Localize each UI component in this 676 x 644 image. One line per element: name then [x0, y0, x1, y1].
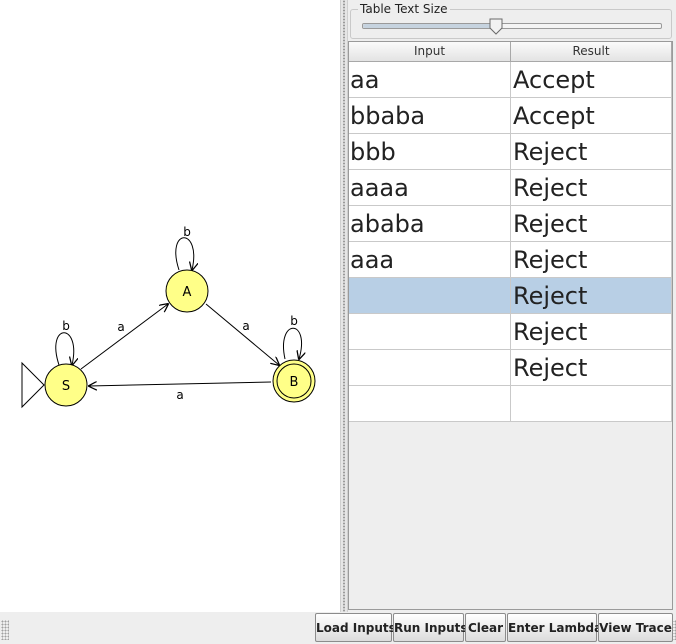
- input-cell[interactable]: [349, 350, 511, 386]
- input-cell[interactable]: aa: [349, 62, 511, 98]
- state-b[interactable]: B: [272, 359, 316, 403]
- table-header: Input Result: [349, 42, 672, 62]
- column-header-input[interactable]: Input: [349, 42, 511, 62]
- table-text-size-group: Table Text Size: [350, 2, 672, 39]
- resize-grip[interactable]: [1, 620, 9, 640]
- transition-label: a: [242, 319, 249, 333]
- table-row[interactable]: [349, 386, 672, 422]
- column-header-result[interactable]: Result: [511, 42, 672, 62]
- transition-s-to-a: a: [80, 304, 168, 370]
- initial-state-marker: [21, 361, 45, 409]
- view-trace-button[interactable]: View Trace: [598, 613, 673, 642]
- table-row[interactable]: aa Accept: [349, 62, 672, 98]
- result-cell: Accept: [511, 98, 672, 134]
- transition-a-loop: b: [175, 225, 194, 270]
- input-cell[interactable]: ababa: [349, 206, 511, 242]
- transition-label: a: [176, 388, 183, 402]
- result-cell: Reject: [511, 242, 672, 278]
- text-size-slider-thumb[interactable]: [489, 18, 503, 35]
- enter-lambda-button[interactable]: Enter Lambda: [507, 613, 602, 642]
- result-cell: Reject: [511, 170, 672, 206]
- automaton-diagram: a a a b b b S A B: [21, 225, 316, 409]
- table-row[interactable]: aaa Reject: [349, 242, 672, 278]
- result-cell: [511, 386, 672, 422]
- input-cell[interactable]: aaaa: [349, 170, 511, 206]
- transition-label: b: [62, 319, 70, 333]
- text-size-slider-track[interactable]: [362, 23, 662, 29]
- input-table[interactable]: Input Result aa Accept bbaba Accept bbb Rejec…: [348, 41, 673, 610]
- transition-b-to-s: a: [89, 382, 272, 402]
- table-text-size-title: Table Text Size: [358, 2, 450, 16]
- result-cell: Reject: [511, 134, 672, 170]
- slider-thumb-icon: [489, 18, 503, 35]
- state-label: S: [62, 379, 70, 394]
- state-s[interactable]: S: [44, 363, 88, 407]
- state-a[interactable]: A: [165, 269, 209, 313]
- transition-label: b: [290, 314, 298, 328]
- input-cell[interactable]: [349, 314, 511, 350]
- state-label: A: [183, 285, 192, 300]
- result-cell: Reject: [511, 206, 672, 242]
- transition-b-loop: b: [283, 314, 302, 359]
- split-pane-divider[interactable]: [340, 0, 348, 612]
- input-cell[interactable]: aaa: [349, 242, 511, 278]
- result-cell: Reject: [511, 314, 672, 350]
- run-inputs-button[interactable]: Run Inputs: [393, 613, 468, 642]
- input-cell[interactable]: bbaba: [349, 98, 511, 134]
- input-cell[interactable]: bbb: [349, 134, 511, 170]
- transition-label: b: [183, 225, 191, 239]
- transition-label: a: [117, 320, 124, 334]
- button-bar: Load Inputs Run Inputs Clear Enter Lambd…: [0, 612, 676, 644]
- transition-s-loop: b: [55, 319, 74, 365]
- automaton-canvas[interactable]: a a a b b b S A B: [0, 0, 340, 612]
- table-row[interactable]: Reject: [349, 350, 672, 386]
- table-row[interactable]: bbb Reject: [349, 134, 672, 170]
- input-cell[interactable]: [349, 386, 511, 422]
- table-row[interactable]: bbaba Accept: [349, 98, 672, 134]
- state-label: B: [290, 375, 299, 390]
- table-row[interactable]: aaaa Reject: [349, 170, 672, 206]
- result-cell: Reject: [511, 278, 672, 314]
- result-cell: Accept: [511, 62, 672, 98]
- transition-a-to-b: a: [205, 303, 279, 365]
- table-row[interactable]: Reject: [349, 314, 672, 350]
- input-cell[interactable]: [349, 278, 511, 314]
- clear-button[interactable]: Clear: [465, 613, 506, 642]
- table-row[interactable]: ababa Reject: [349, 206, 672, 242]
- input-panel: Table Text Size Input Result aa Accept bba…: [348, 0, 676, 612]
- table-body: aa Accept bbaba Accept bbb Reject aaaa Reject ab…: [349, 62, 672, 422]
- table-row[interactable]: Reject: [349, 278, 672, 314]
- result-cell: Reject: [511, 350, 672, 386]
- load-inputs-button[interactable]: Load Inputs: [315, 613, 396, 642]
- text-size-slider-fill: [363, 24, 498, 28]
